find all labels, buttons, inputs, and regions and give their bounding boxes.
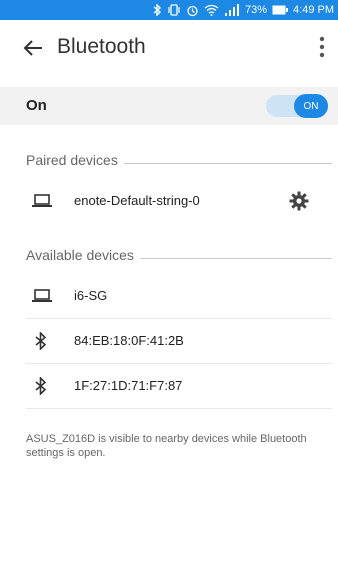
laptop-icon bbox=[32, 289, 52, 302]
bluetooth-icon bbox=[35, 332, 47, 350]
available-device-row[interactable]: 84:EB:18:0F:41:2B bbox=[0, 320, 338, 364]
available-devices-title: Available devices bbox=[26, 247, 134, 263]
laptop-icon bbox=[32, 194, 52, 207]
signal-icon bbox=[225, 4, 239, 16]
bluetooth-toggle-row[interactable]: On ON bbox=[0, 87, 338, 125]
vibrate-icon bbox=[168, 4, 180, 16]
visibility-notice: ASUS_Z016D is visible to nearby devices … bbox=[26, 433, 307, 459]
section-rule bbox=[139, 257, 332, 259]
available-device-row[interactable]: 1F:27:1D:71:F7:87 bbox=[0, 365, 338, 409]
app-bar: Bluetooth bbox=[0, 20, 338, 76]
wifi-icon bbox=[204, 4, 219, 16]
section-rule bbox=[123, 162, 332, 164]
device-name: enote-Default-string-0 bbox=[74, 193, 200, 208]
toggle-label: On bbox=[26, 97, 47, 114]
available-devices-header: Available devices bbox=[26, 247, 332, 263]
battery-icon bbox=[272, 5, 289, 15]
gear-icon[interactable] bbox=[289, 191, 309, 211]
more-options-icon[interactable] bbox=[318, 34, 326, 60]
paired-devices-header: Paired devices bbox=[26, 152, 332, 168]
page-title: Bluetooth bbox=[57, 35, 146, 58]
row-divider bbox=[26, 408, 332, 409]
back-arrow-icon[interactable] bbox=[22, 37, 44, 59]
battery-percent: 73% bbox=[245, 4, 268, 16]
row-divider bbox=[26, 318, 332, 319]
bluetooth-icon bbox=[35, 377, 47, 395]
device-name: i6-SG bbox=[74, 288, 108, 303]
bluetooth-switch[interactable]: ON bbox=[266, 94, 328, 118]
paired-device-row[interactable]: enote-Default-string-0 bbox=[0, 180, 338, 224]
paired-devices-title: Paired devices bbox=[26, 152, 118, 168]
device-name: 1F:27:1D:71:F7:87 bbox=[74, 378, 183, 393]
bluetooth-status-icon bbox=[153, 4, 162, 16]
switch-knob: ON bbox=[294, 94, 328, 118]
device-name: 84:EB:18:0F:41:2B bbox=[74, 333, 184, 348]
available-device-row[interactable]: i6-SG bbox=[0, 275, 338, 319]
alarm-icon bbox=[187, 5, 198, 16]
status-bar: 73% 4:49 PM bbox=[0, 0, 338, 20]
status-time: 4:49 PM bbox=[293, 4, 334, 16]
row-divider bbox=[26, 363, 332, 364]
